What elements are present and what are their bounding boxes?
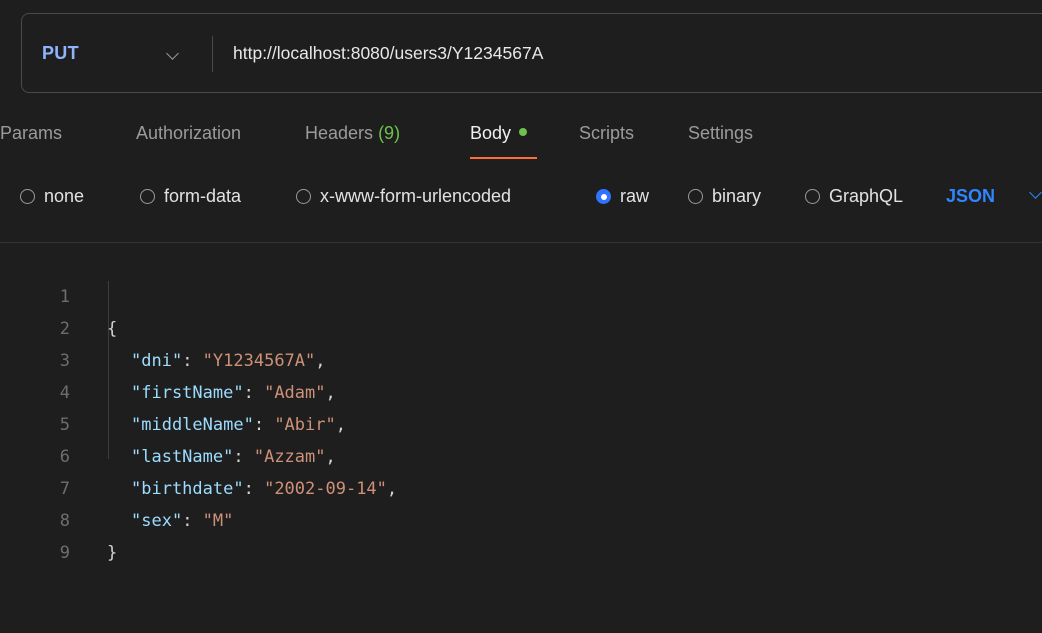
tab-params[interactable]: Params [0, 120, 62, 146]
radio-circle-icon [296, 188, 311, 204]
radio-label: x-www-form-urlencoded [320, 185, 512, 206]
radio-circle-icon [20, 188, 35, 204]
code-line: 2 "dni": "Y1234567A", [0, 281, 1042, 371]
code-line: 8 } [0, 473, 1042, 563]
radio-circle-icon [688, 188, 703, 204]
line-number: 9 [59, 543, 70, 563]
active-tab-indicator [470, 157, 537, 159]
code-line: 9 [0, 505, 1042, 563]
tab-headers-label: Headers [305, 123, 374, 143]
tab-settings[interactable]: Settings [688, 120, 753, 146]
radio-label: none [44, 185, 85, 206]
chevron-down-icon[interactable] [1029, 186, 1042, 199]
tab-body[interactable]: Body [470, 120, 528, 146]
radio-label: raw [620, 185, 650, 206]
chevron-down-icon[interactable] [166, 47, 179, 60]
tab-scripts[interactable]: Scripts [579, 120, 634, 146]
code-line: 3 "firstName": "Adam", [0, 313, 1042, 403]
radio-label: GraphQL [829, 185, 904, 206]
format-dropdown[interactable]: JSON [946, 181, 995, 211]
close-brace: } [107, 543, 118, 563]
status-dot-icon [519, 128, 528, 137]
radio-graphql[interactable]: GraphQL [805, 181, 903, 211]
code-line: 5 "lastName": "Azzam", [0, 377, 1042, 467]
radio-label: form-data [164, 185, 242, 206]
code-line: 7 "sex": "M" [0, 441, 1042, 531]
radio-none[interactable]: none [20, 181, 84, 211]
code-line: 1 { [0, 249, 1042, 339]
radio-circle-icon [805, 188, 820, 204]
tab-headers[interactable]: Headers (9) [305, 120, 400, 146]
divider [212, 36, 213, 72]
radio-circle-icon [140, 188, 155, 204]
tab-authorization[interactable]: Authorization [136, 120, 241, 146]
http-method-selector[interactable]: PUT [42, 14, 79, 92]
request-url-bar: PUT http://localhost:8080/users3/Y123456… [21, 13, 1042, 93]
url-input[interactable]: http://localhost:8080/users3/Y1234567A [233, 14, 543, 92]
radio-label: binary [712, 185, 762, 206]
headers-count-badge: (9) [378, 123, 401, 143]
code-line: 6 "birthdate": "2002-09-14", [0, 409, 1042, 499]
radio-selected-icon [596, 188, 611, 204]
radio-x-www-form-urlencoded[interactable]: x-www-form-urlencoded [296, 181, 511, 211]
radio-binary[interactable]: binary [688, 181, 761, 211]
section-divider [0, 242, 1042, 243]
radio-form-data[interactable]: form-data [140, 181, 241, 211]
tab-body-label: Body [470, 123, 512, 143]
code-line: 4 "middleName": "Abir", [0, 345, 1042, 435]
radio-raw[interactable]: raw [596, 181, 649, 211]
